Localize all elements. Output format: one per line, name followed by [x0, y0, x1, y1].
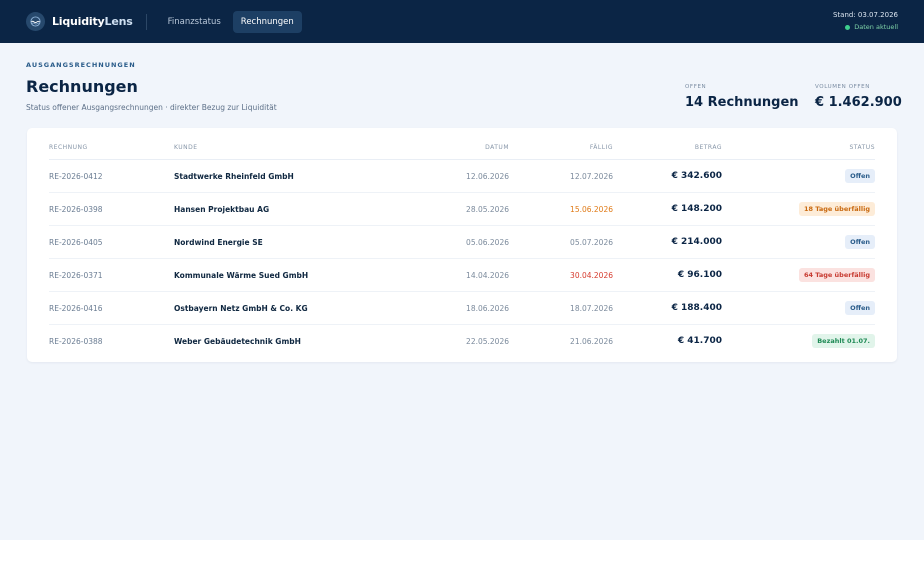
- table-row[interactable]: RE-2026-0398 Hansen Projektbau AG 28.05.20…: [49, 193, 875, 226]
- customer-name: Kommunale Wärme Sued GmbH: [174, 271, 309, 280]
- data-status-label: Daten aktuell: [854, 23, 898, 31]
- invoice-amount: € 41.700: [677, 336, 722, 346]
- table-header: RECHNUNG KUNDE DATUM FÄLLIG BETRAG STATU…: [49, 142, 875, 160]
- table-row[interactable]: RE-2026-0405 Nordwind Energie SE 05.06.202…: [49, 226, 875, 259]
- kpi-offen: OFFEN 14 Rechnungen: [685, 84, 799, 110]
- invoices-table-card: RECHNUNG KUNDE DATUM FÄLLIG BETRAG STATU…: [27, 128, 897, 362]
- invoice-amount: € 148.200: [671, 204, 722, 214]
- table-row[interactable]: RE-2026-0371 Kommunale Wärme Sued GmbH 14.…: [49, 259, 875, 292]
- page-subtitle: Status offener Ausgangsrechnungen · dire…: [26, 103, 277, 112]
- main-nav: Finanzstatus Rechnungen: [160, 10, 306, 33]
- column-header-kunde[interactable]: KUNDE: [174, 144, 198, 151]
- invoice-number[interactable]: RE-2026-0416: [49, 304, 103, 313]
- table-row[interactable]: RE-2026-0388 Weber Gebäudetechnik GmbH 22.…: [49, 325, 875, 358]
- invoice-date: 22.05.2026: [466, 337, 509, 346]
- kpi-value: € 1.462.900: [815, 95, 902, 110]
- invoice-date: 28.05.2026: [466, 205, 509, 214]
- invoice-date: 18.06.2026: [466, 304, 509, 313]
- table-row[interactable]: RE-2026-0412 Stadtwerke Rheinfeld GmbH 12.…: [49, 160, 875, 193]
- kpi-volumen-offen: VOLUMEN OFFEN € 1.462.900: [815, 84, 902, 110]
- kpi-label: VOLUMEN OFFEN: [815, 84, 870, 90]
- invoice-number[interactable]: RE-2026-0388: [49, 337, 103, 346]
- column-header-status[interactable]: STATUS: [849, 144, 875, 151]
- status-badge: 18 Tage überfällig: [798, 202, 875, 216]
- top-navigation-bar: LiquidityLens Finanzstatus Rechnungen St…: [0, 0, 924, 43]
- due-date: 18.07.2026: [570, 304, 613, 313]
- invoice-amount: € 96.100: [677, 270, 722, 280]
- customer-name: Nordwind Energie SE: [174, 238, 263, 247]
- due-date: 21.06.2026: [570, 337, 613, 346]
- brand-name-part1: Liquidity: [52, 15, 105, 28]
- status-badge: Offen: [845, 301, 875, 315]
- customer-name: Hansen Projektbau AG: [174, 205, 270, 214]
- stand-date: Stand: 03.07.2026: [832, 11, 898, 19]
- due-date: 12.07.2026: [570, 172, 613, 181]
- invoice-amount: € 342.600: [671, 171, 722, 181]
- nav-divider: [145, 13, 147, 30]
- kpi-value: 14 Rechnungen: [685, 95, 799, 110]
- column-header-faellig[interactable]: FÄLLIG: [590, 144, 613, 151]
- customer-name: Ostbayern Netz GmbH & Co. KG: [174, 304, 308, 313]
- status-badge: 64 Tage überfällig: [798, 268, 875, 282]
- invoice-amount: € 188.400: [671, 303, 722, 313]
- brand-logo[interactable]: LiquidityLens: [26, 12, 133, 31]
- customer-name: Stadtwerke Rheinfeld GmbH: [174, 172, 294, 181]
- table-row[interactable]: RE-2026-0416 Ostbayern Netz GmbH & Co. KG…: [49, 292, 875, 325]
- nav-item-rechnungen[interactable]: Rechnungen: [232, 10, 302, 33]
- status-badge: Offen: [845, 235, 875, 249]
- status-badge: Offen: [845, 169, 875, 183]
- nav-item-finanzstatus[interactable]: Finanzstatus: [160, 11, 229, 33]
- column-header-rechnung[interactable]: RECHNUNG: [49, 144, 88, 151]
- invoice-date: 05.06.2026: [466, 238, 509, 247]
- invoice-date: 14.04.2026: [466, 271, 509, 280]
- customer-name: Weber Gebäudetechnik GmbH: [174, 337, 301, 346]
- kpi-label: OFFEN: [685, 84, 707, 90]
- brand-name-part2: Lens: [104, 15, 133, 28]
- column-header-betrag[interactable]: BETRAG: [695, 144, 722, 151]
- status-dot-icon: [845, 24, 851, 30]
- column-header-datum[interactable]: DATUM: [485, 144, 509, 151]
- due-date: 15.06.2026: [570, 205, 613, 214]
- wave-logo-icon: [26, 12, 45, 31]
- app-window: LiquidityLens Finanzstatus Rechnungen St…: [0, 0, 924, 540]
- invoice-number[interactable]: RE-2026-0405: [49, 238, 103, 247]
- invoice-date: 12.06.2026: [466, 172, 509, 181]
- invoice-number[interactable]: RE-2026-0412: [49, 172, 103, 181]
- invoice-number[interactable]: RE-2026-0398: [49, 205, 103, 214]
- invoice-number[interactable]: RE-2026-0371: [49, 271, 103, 280]
- data-status: Stand: 03.07.2026 Daten aktuell: [833, 11, 898, 31]
- data-status-indicator: Daten aktuell: [833, 23, 898, 31]
- brand-name: LiquidityLens: [52, 15, 133, 28]
- status-badge: Bezahlt 01.07.: [812, 334, 875, 348]
- page-title: Rechnungen: [26, 77, 138, 96]
- invoice-amount: € 214.000: [671, 237, 722, 247]
- section-eyebrow: AUSGANGSRECHNUNGEN: [26, 61, 136, 69]
- due-date: 30.04.2026: [570, 271, 613, 280]
- due-date: 05.07.2026: [570, 238, 613, 247]
